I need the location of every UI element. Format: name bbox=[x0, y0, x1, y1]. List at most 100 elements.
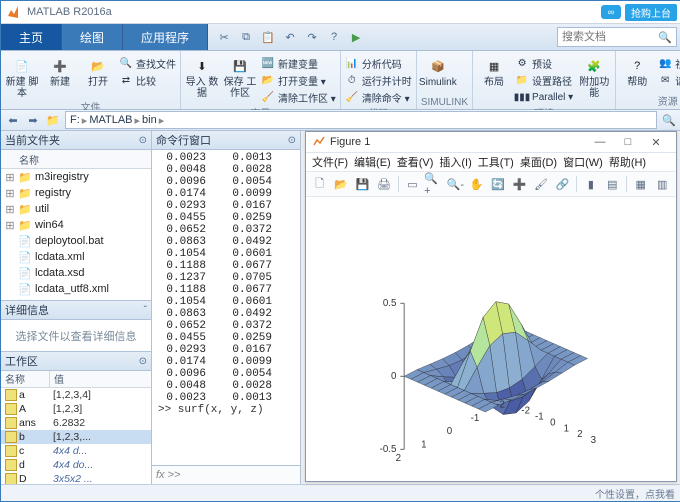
var-row[interactable]: D3x5x2 ... bbox=[1, 472, 151, 484]
var-row[interactable]: b[1,2,3,... bbox=[1, 430, 151, 444]
legend-icon[interactable]: ▤ bbox=[603, 174, 622, 194]
colorbar-icon[interactable]: ▮ bbox=[581, 174, 600, 194]
menu-item[interactable]: 桌面(D) bbox=[518, 154, 559, 170]
file-col-header[interactable]: 名称 bbox=[1, 150, 151, 169]
file-item[interactable]: ⊞📁win64 bbox=[1, 217, 151, 233]
redo-icon[interactable]: ↷ bbox=[302, 27, 322, 47]
proptable-icon[interactable]: ▥ bbox=[652, 174, 671, 194]
clear-cmd-button[interactable]: 🧹清除命令 ▾ bbox=[345, 89, 412, 105]
cut-icon[interactable]: ✂ bbox=[214, 27, 234, 47]
new-fig-icon[interactable]: 🗋 bbox=[310, 174, 329, 194]
file-item[interactable]: 📄lcdata.xml bbox=[1, 249, 151, 265]
axes-3d[interactable]: -0.500.5-2-10123-2-1012 bbox=[306, 197, 676, 481]
path-box[interactable]: F:▸ MATLAB▸ bin▸ bbox=[65, 111, 657, 129]
file-list[interactable]: ⊞📁m3iregistry⊞📁registry⊞📁util⊞📁win64📄dep… bbox=[1, 169, 151, 300]
undo-icon[interactable]: ↶ bbox=[280, 27, 300, 47]
details-header[interactable]: 详细信息ˇ bbox=[1, 301, 151, 320]
workspace-header[interactable]: 工作区⊙ bbox=[1, 352, 151, 371]
pan-icon[interactable]: ✋ bbox=[467, 174, 486, 194]
tab-plot[interactable]: 绘图 bbox=[62, 24, 123, 50]
link-icon[interactable]: 🔗 bbox=[553, 174, 572, 194]
ploteditor-icon[interactable]: ▦ bbox=[631, 174, 650, 194]
prefs-button[interactable]: ⚙预设 bbox=[515, 55, 573, 71]
addons-button[interactable]: 🧩附加功能 bbox=[577, 53, 611, 105]
new-script-button[interactable]: 📄新建 脚本 bbox=[5, 53, 39, 99]
panel-menu-icon[interactable]: ⊙ bbox=[139, 135, 147, 146]
cloud-icon[interactable]: ∞ bbox=[601, 5, 621, 19]
clear-ws-button[interactable]: 🧹清除工作区 ▾ bbox=[261, 89, 336, 105]
file-item[interactable]: ⊞📁registry bbox=[1, 185, 151, 201]
paste-icon[interactable]: 📋 bbox=[258, 27, 278, 47]
promo-badge[interactable]: 抢购上台 bbox=[625, 4, 677, 21]
fx-bar[interactable]: fx >> bbox=[152, 465, 300, 484]
menu-item[interactable]: 插入(I) bbox=[437, 154, 473, 170]
file-item[interactable]: 📄lcdata_utf8.xml bbox=[1, 281, 151, 297]
run-icon[interactable]: ▶ bbox=[346, 27, 366, 47]
community-button[interactable]: 👥社区 bbox=[658, 55, 680, 71]
current-folder-header[interactable]: 当前文件夹⊙ bbox=[1, 131, 151, 150]
datatip-icon[interactable]: ➕ bbox=[510, 174, 529, 194]
tab-home[interactable]: 主页 bbox=[1, 24, 62, 50]
compare-button[interactable]: ⇄比较 bbox=[119, 72, 176, 88]
support-button[interactable]: ✉请求支持 bbox=[658, 72, 680, 88]
new-var-button[interactable]: 🆕新建变量 bbox=[261, 55, 336, 71]
menu-item[interactable]: 编辑(E) bbox=[352, 154, 393, 170]
open-fig-icon[interactable]: 📂 bbox=[331, 174, 350, 194]
maximize-icon[interactable]: □ bbox=[614, 136, 642, 148]
collapse-icon[interactable]: ˇ bbox=[144, 305, 147, 316]
zoom-out-icon[interactable]: 🔍- bbox=[446, 174, 465, 194]
save-fig-icon[interactable]: 💾 bbox=[353, 174, 372, 194]
var-row[interactable]: ans6.2832 bbox=[1, 416, 151, 430]
run-time-button[interactable]: ⏱运行并计时 bbox=[345, 72, 412, 88]
menu-item[interactable]: 工具(T) bbox=[476, 154, 516, 170]
var-row[interactable]: c4x4 d... bbox=[1, 444, 151, 458]
import-button[interactable]: ⬇导入 数据 bbox=[185, 53, 219, 105]
save-ws-button[interactable]: 💾保存 工作区 bbox=[223, 53, 257, 105]
close-icon[interactable]: ✕ bbox=[642, 136, 670, 149]
find-files-button[interactable]: 🔍查找文件 bbox=[119, 55, 176, 71]
panel-menu-icon[interactable]: ⊙ bbox=[288, 135, 296, 146]
command-header[interactable]: 命令行窗口⊙ bbox=[152, 131, 300, 150]
menu-item[interactable]: 查看(V) bbox=[395, 154, 436, 170]
print-icon[interactable]: 🖨 bbox=[374, 174, 393, 194]
rotate-icon[interactable]: 🔄 bbox=[488, 174, 507, 194]
figure-titlebar[interactable]: Figure 1 — □ ✕ bbox=[306, 132, 676, 153]
file-item[interactable]: ⊞📁util bbox=[1, 201, 151, 217]
menu-item[interactable]: 文件(F) bbox=[310, 154, 350, 170]
var-row[interactable]: A[1,2,3] bbox=[1, 402, 151, 416]
simulink-button[interactable]: 📦Simulink bbox=[421, 53, 455, 97]
layout-button[interactable]: ▦布局 bbox=[477, 53, 511, 105]
new-button[interactable]: ➕新建 bbox=[43, 53, 77, 99]
tab-apps[interactable]: 应用程序 bbox=[123, 24, 208, 50]
file-item[interactable]: 📄lcdata.xsd bbox=[1, 265, 151, 281]
up-icon[interactable]: 📁 bbox=[45, 112, 61, 128]
file-item[interactable]: 📄deploytool.bat bbox=[1, 233, 151, 249]
menu-item[interactable]: 帮助(H) bbox=[607, 154, 648, 170]
zoom-in-icon[interactable]: 🔍+ bbox=[424, 174, 443, 194]
copy-icon[interactable]: ⧉ bbox=[236, 27, 256, 47]
figure-menubar[interactable]: 文件(F)编辑(E)查看(V)插入(I)工具(T)桌面(D)窗口(W)帮助(H) bbox=[306, 153, 676, 172]
var-row[interactable]: d4x4 do... bbox=[1, 458, 151, 472]
brush-icon[interactable]: 🖌 bbox=[531, 174, 550, 194]
analyze-code-button[interactable]: 📊分析代码 bbox=[345, 55, 412, 71]
var-row[interactable]: a[1,2,3,4] bbox=[1, 388, 151, 402]
panel-menu-icon[interactable]: ⊙ bbox=[139, 356, 147, 367]
minimize-icon[interactable]: — bbox=[586, 136, 614, 148]
open-var-button[interactable]: 📂打开变量 ▾ bbox=[261, 72, 336, 88]
doc-search[interactable]: 🔍 bbox=[557, 27, 677, 47]
workspace-grid[interactable]: 名称值 a[1,2,3,4]A[1,2,3]ans6.2832b[1,2,3,.… bbox=[1, 371, 151, 484]
forward-icon[interactable]: ➡ bbox=[25, 112, 41, 128]
pointer-icon[interactable]: ▭ bbox=[403, 174, 422, 194]
open-button[interactable]: 📂打开 bbox=[81, 53, 115, 99]
parallel-button[interactable]: ▮▮▮Parallel ▾ bbox=[515, 89, 573, 105]
help-button[interactable]: ?帮助 bbox=[620, 53, 654, 93]
search-input[interactable] bbox=[558, 30, 658, 44]
back-icon[interactable]: ⬅ bbox=[5, 112, 21, 128]
help-icon[interactable]: ? bbox=[324, 27, 344, 47]
path-search-icon[interactable]: 🔍 bbox=[661, 112, 677, 128]
search-icon[interactable]: 🔍 bbox=[658, 31, 672, 44]
menu-item[interactable]: 窗口(W) bbox=[561, 154, 605, 170]
setpath-button[interactable]: 📁设置路径 bbox=[515, 72, 573, 88]
command-window[interactable]: 0.00230.00130.00480.00280.00960.00540.01… bbox=[152, 150, 300, 465]
file-item[interactable]: ⊞📁m3iregistry bbox=[1, 169, 151, 185]
